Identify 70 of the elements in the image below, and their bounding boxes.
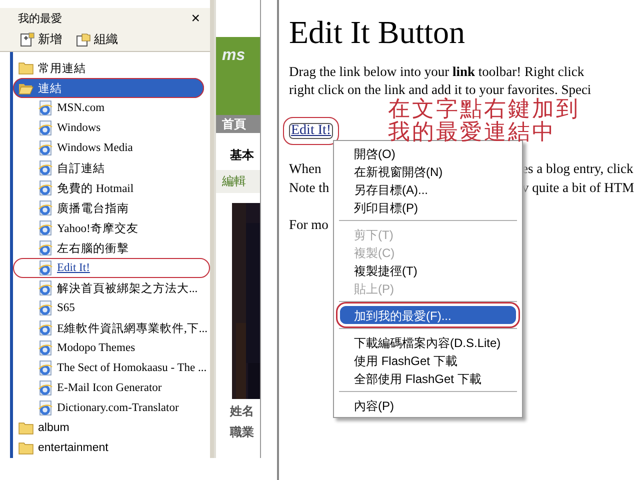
- favorite-link[interactable]: 解決首頁被綁架之方法大...: [13, 278, 210, 298]
- page-heading: Edit It Button: [289, 14, 466, 51]
- folder-item[interactable]: album: [13, 418, 210, 438]
- paragraph-text: v quite a bit of HTM: [522, 179, 634, 197]
- favorite-link[interactable]: Windows: [13, 118, 210, 138]
- edit-it-link[interactable]: Edit It!: [283, 117, 340, 145]
- favorite-link[interactable]: Yahoo!奇摩交友: [13, 218, 210, 238]
- browser-page-icon: [37, 120, 53, 136]
- menu-item[interactable]: 使用 FlashGet 下載: [336, 351, 520, 369]
- pane-title: 我的最愛: [18, 12, 62, 26]
- paragraph-text: Note th: [289, 180, 330, 195]
- close-button[interactable]: ×: [189, 10, 202, 26]
- favorite-link[interactable]: E-Mail Icon Generator: [13, 378, 210, 398]
- folder-icon: [18, 61, 34, 75]
- favorite-link[interactable]: Edit It!: [13, 258, 210, 278]
- favorite-link[interactable]: 左右腦的衝擊: [13, 238, 210, 258]
- folder-icon: [18, 421, 34, 435]
- browser-page-icon: [37, 220, 53, 236]
- browser-page-icon: [37, 340, 53, 356]
- favorite-link[interactable]: Windows Media: [13, 138, 210, 158]
- favorite-link[interactable]: The Sect of Homokaasu - The ...: [13, 358, 210, 378]
- favorite-link[interactable]: S65: [13, 298, 210, 318]
- browser-page-icon: [37, 240, 53, 256]
- favorite-link[interactable]: Modopo Themes: [13, 338, 210, 358]
- favorite-link[interactable]: 自訂連結: [13, 158, 210, 178]
- favorite-link[interactable]: Dictionary.com-Translator: [13, 398, 210, 418]
- menu-item[interactable]: 另存目標(A)...: [336, 180, 520, 198]
- menu-item[interactable]: 下載編碼檔案內容(D.S.Lite): [336, 333, 520, 351]
- paragraph-text: When: [289, 161, 322, 176]
- edit-button[interactable]: 編輯: [216, 170, 260, 193]
- menu-item[interactable]: 複製捷徑(T): [336, 261, 520, 279]
- browser-page-icon: [37, 300, 53, 316]
- browser-page-icon: [37, 280, 53, 296]
- browser-page-icon: [37, 320, 53, 336]
- open-folder-icon: [18, 81, 34, 95]
- menu-item[interactable]: 內容(P): [336, 396, 520, 414]
- browser-page-icon: [37, 260, 53, 276]
- browser-page-icon: [37, 140, 53, 156]
- folder-icon: [18, 441, 34, 455]
- add-page-icon: [20, 32, 35, 48]
- field-label: 姓名: [230, 403, 255, 420]
- menu-item[interactable]: 加到我的最愛(F)...: [336, 302, 520, 328]
- menu-item[interactable]: 開啓(O): [336, 144, 520, 162]
- paragraph-text: For mo: [289, 217, 328, 232]
- field-label: 職業: [230, 424, 255, 441]
- add-button[interactable]: 新增: [18, 30, 64, 50]
- browser-page-icon: [37, 160, 53, 176]
- favorite-link[interactable]: 免費的 Hotmail: [13, 178, 210, 198]
- favorite-link[interactable]: MSN.com: [13, 98, 210, 118]
- section-heading: 基本: [230, 147, 255, 164]
- browser-page-icon: [37, 380, 53, 396]
- paragraph-line: Drag the link below into your link toolbar! Right click: [289, 63, 586, 81]
- folder-item[interactable]: 常用連結: [13, 58, 210, 78]
- organize-button[interactable]: 組織: [74, 30, 120, 50]
- browser-page-icon: [37, 180, 53, 196]
- browser-page-icon: [37, 400, 53, 416]
- browser-page-icon: [37, 100, 53, 116]
- annotation-text: 在文字點右鍵加到我的最愛連結中: [388, 98, 581, 144]
- favorite-link[interactable]: E維軟件資訊網專業軟件,下...: [13, 318, 210, 338]
- menu-item[interactable]: 在新視窗開啓(N): [336, 162, 520, 180]
- folder-page-icon: [76, 32, 91, 48]
- browser-page-icon: [37, 200, 53, 216]
- browser-page-icon: [37, 360, 53, 376]
- menu-item[interactable]: 列印目標(P): [336, 198, 520, 216]
- paragraph-line: right click on the link and add it to your favorites. Speci: [289, 81, 592, 97]
- menu-item[interactable]: 全部使用 FlashGet 下載: [336, 369, 520, 387]
- logo-text: ms: [222, 47, 246, 65]
- folder-item[interactable]: entertainment: [13, 438, 210, 458]
- favorite-link[interactable]: 廣播電台指南: [13, 198, 210, 218]
- folder-item[interactable]: 連結: [13, 78, 204, 98]
